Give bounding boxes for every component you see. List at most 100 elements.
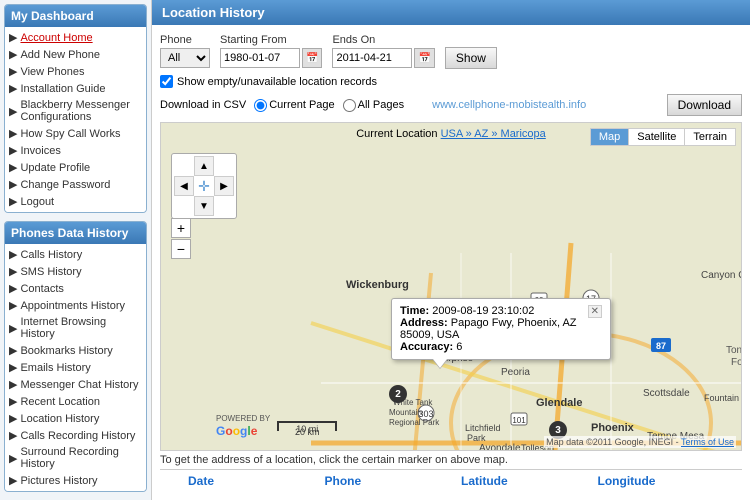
sidebar-item-messenger-chat[interactable]: ▶Messenger Chat History bbox=[5, 376, 146, 393]
account-home-link[interactable]: Account Home bbox=[20, 32, 92, 44]
sidebar-item-emails[interactable]: ▶Emails History bbox=[5, 359, 146, 376]
recent-location-label: Recent Location bbox=[20, 396, 100, 408]
arrow-icon: ▶ bbox=[9, 178, 17, 191]
terms-of-use-link[interactable]: Terms of Use bbox=[681, 437, 734, 447]
nav-down-button[interactable]: ▼ bbox=[194, 196, 214, 216]
sidebar-item-update-profile[interactable]: ▶ Update Profile bbox=[5, 159, 146, 176]
nav-up-button[interactable]: ▲ bbox=[194, 156, 214, 176]
nav-left-button[interactable]: ◀ bbox=[174, 176, 194, 196]
change-password-label: Change Password bbox=[20, 179, 110, 191]
popup-accuracy-label: Accuracy: bbox=[400, 341, 453, 353]
arrow-icon: ▶ bbox=[9, 412, 17, 425]
table-col-phone[interactable]: Phone bbox=[325, 474, 462, 488]
sidebar-item-sms-history[interactable]: ▶SMS History bbox=[5, 263, 146, 280]
svg-text:87: 87 bbox=[656, 341, 666, 351]
popup-accuracy: Accuracy: 6 bbox=[400, 341, 602, 353]
sidebar-item-account-home[interactable]: ▶ Account Home bbox=[5, 29, 146, 46]
tab-map[interactable]: Map bbox=[591, 129, 629, 145]
arrow-icon: ▶ bbox=[9, 474, 17, 487]
table-col-longitude[interactable]: Longitude bbox=[598, 474, 735, 488]
sidebar-item-bbm-config[interactable]: ▶ Blackberry Messenger Configurations bbox=[5, 97, 146, 125]
map-nav-control: ▲ ◀ ✛ ▶ ▼ bbox=[171, 153, 237, 219]
add-phone-label: Add New Phone bbox=[20, 49, 100, 61]
appointments-label: Appointments History bbox=[20, 300, 125, 312]
sidebar-item-contacts[interactable]: ▶Contacts bbox=[5, 280, 146, 297]
sidebar-item-bookmarks[interactable]: ▶Bookmarks History bbox=[5, 342, 146, 359]
all-pages-radio[interactable] bbox=[343, 99, 356, 112]
sidebar-item-surround-recording[interactable]: ▶Surround Recording History bbox=[5, 444, 146, 472]
sidebar-item-appointments[interactable]: ▶Appointments History bbox=[5, 297, 146, 314]
phone-input-group: All bbox=[160, 48, 210, 68]
starting-from-input[interactable] bbox=[220, 48, 300, 68]
sidebar-item-location-history[interactable]: ▶Location History bbox=[5, 410, 146, 427]
sidebar-item-installation-guide[interactable]: ▶ Installation Guide bbox=[5, 80, 146, 97]
table-col-date[interactable]: Date bbox=[188, 474, 325, 488]
sidebar-item-internet-browsing[interactable]: ▶Internet Browsing History bbox=[5, 314, 146, 342]
nav-center-button[interactable]: ✛ bbox=[194, 176, 214, 196]
arrow-icon: ▶ bbox=[9, 195, 17, 208]
arrow-icon: ▶ bbox=[9, 344, 17, 357]
map-container: Map Satellite Terrain bbox=[160, 122, 742, 451]
location-path-link[interactable]: USA » AZ » Maricopa bbox=[441, 128, 546, 140]
sidebar-item-add-phone[interactable]: ▶ Add New Phone bbox=[5, 46, 146, 63]
sidebar-item-recent-location[interactable]: ▶Recent Location bbox=[5, 393, 146, 410]
location-bar: Current Location USA » AZ » Maricopa bbox=[356, 128, 546, 140]
sidebar-item-logout[interactable]: ▶ Logout bbox=[5, 193, 146, 210]
phone-select[interactable]: All bbox=[160, 48, 210, 68]
all-pages-radio-label[interactable]: All Pages bbox=[343, 99, 404, 112]
scale-ruler: 10 mi 20 km bbox=[277, 421, 337, 431]
how-spy-label: How Spy Call Works bbox=[20, 128, 120, 140]
page-title: Location History bbox=[152, 0, 750, 25]
table-col-latitude[interactable]: Latitude bbox=[461, 474, 598, 488]
map-zoom-control: + − bbox=[171, 218, 191, 260]
arrow-icon: ▶ bbox=[9, 65, 17, 78]
ends-on-calendar-icon[interactable]: 📅 bbox=[414, 48, 434, 68]
tab-terrain[interactable]: Terrain bbox=[685, 129, 735, 145]
zoom-in-button[interactable]: + bbox=[171, 218, 191, 238]
arrow-icon: ▶ bbox=[9, 48, 17, 61]
contacts-label: Contacts bbox=[20, 283, 63, 295]
sidebar: My Dashboard ▶ Account Home ▶ Add New Ph… bbox=[0, 0, 152, 500]
download-button[interactable]: Download bbox=[667, 94, 742, 116]
phones-history-header: Phones Data History bbox=[5, 222, 146, 244]
current-page-radio-label[interactable]: Current Page bbox=[254, 99, 334, 112]
svg-text:Glendale: Glendale bbox=[536, 397, 582, 409]
svg-text:Canyon City: Canyon City bbox=[701, 270, 741, 281]
main-body: Phone All Starting From 📅 Ends On bbox=[152, 25, 750, 500]
pictures-history-label: Pictures History bbox=[20, 475, 97, 487]
map-scale: POWERED BY Google 10 mi 20 km bbox=[216, 413, 337, 438]
zoom-out-button[interactable]: − bbox=[171, 239, 191, 259]
starting-from-calendar-icon[interactable]: 📅 bbox=[302, 48, 322, 68]
ends-on-input[interactable] bbox=[332, 48, 412, 68]
sidebar-item-calls-history[interactable]: ▶Calls History bbox=[5, 246, 146, 263]
tab-satellite[interactable]: Satellite bbox=[629, 129, 685, 145]
emails-label: Emails History bbox=[20, 362, 90, 374]
starting-from-control: Starting From 📅 bbox=[220, 34, 322, 68]
show-button[interactable]: Show bbox=[445, 47, 497, 69]
sidebar-item-change-password[interactable]: ▶ Change Password bbox=[5, 176, 146, 193]
nav-empty-bl bbox=[174, 196, 194, 216]
controls-row: Phone All Starting From 📅 Ends On bbox=[160, 33, 742, 69]
sidebar-item-view-phones[interactable]: ▶ View Phones bbox=[5, 63, 146, 80]
sidebar-item-how-spy[interactable]: ▶ How Spy Call Works bbox=[5, 125, 146, 142]
popup-close-button[interactable]: ✕ bbox=[588, 305, 602, 318]
phone-label: Phone bbox=[160, 34, 210, 46]
map-marker-2[interactable]: 2 bbox=[389, 385, 407, 403]
starting-from-label: Starting From bbox=[220, 34, 322, 46]
svg-text:Tonto National: Tonto National bbox=[726, 345, 741, 356]
sidebar-item-invoices[interactable]: ▶ Invoices bbox=[5, 142, 146, 159]
nav-empty-tr bbox=[214, 156, 234, 176]
popup-time-label: Time: bbox=[400, 305, 429, 317]
nav-right-button[interactable]: ▶ bbox=[214, 176, 234, 196]
view-phones-label: View Phones bbox=[20, 66, 84, 78]
arrow-icon: ▶ bbox=[9, 452, 17, 465]
svg-text:Park: Park bbox=[467, 433, 486, 443]
current-page-radio[interactable] bbox=[254, 99, 267, 112]
sidebar-item-calls-recording[interactable]: ▶Calls Recording History bbox=[5, 427, 146, 444]
sidebar-item-pictures-history[interactable]: ▶Pictures History bbox=[5, 472, 146, 489]
arrow-icon: ▶ bbox=[9, 144, 17, 157]
calls-recording-label: Calls Recording History bbox=[20, 430, 135, 442]
show-empty-checkbox[interactable] bbox=[160, 75, 173, 88]
map-tabs: Map Satellite Terrain bbox=[590, 128, 736, 146]
arrow-icon: ▶ bbox=[9, 265, 17, 278]
